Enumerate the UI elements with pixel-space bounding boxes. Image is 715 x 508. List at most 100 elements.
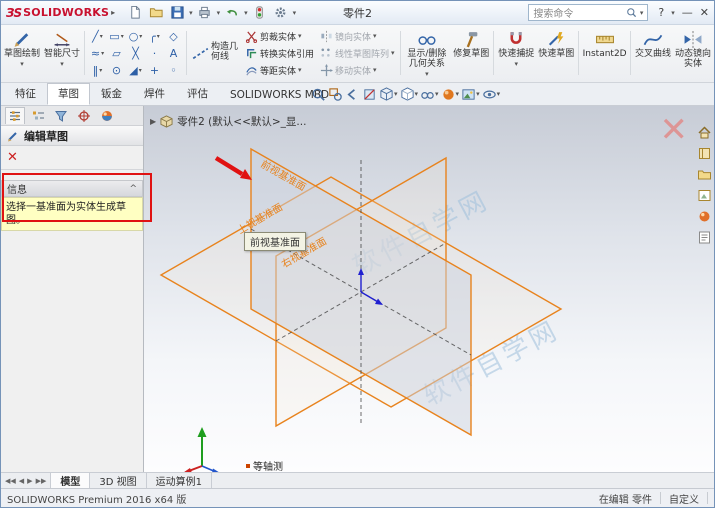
tab-motion-study-1[interactable]: 运动算例1: [147, 473, 212, 488]
chamfer-tool-icon[interactable]: ▾: [126, 62, 145, 79]
save-dropdown-icon[interactable]: ▾: [189, 9, 193, 17]
undo-dropdown-icon[interactable]: ▾: [244, 9, 248, 17]
apply-scene-icon[interactable]: ▾: [461, 87, 480, 102]
tab-features[interactable]: 特征: [4, 83, 47, 105]
tab-sketch[interactable]: 草图: [47, 83, 90, 105]
design-library-icon[interactable]: [696, 145, 713, 162]
configuration-manager-tab[interactable]: [51, 107, 71, 124]
close-button[interactable]: ✕: [700, 6, 709, 19]
task-pane-strip: [696, 124, 713, 246]
options-gear-icon[interactable]: [272, 4, 290, 22]
polygon-tool-icon[interactable]: [164, 28, 183, 45]
smart-dimension-button[interactable]: 智能尺寸▾: [43, 27, 81, 79]
hide-show-items-icon[interactable]: ▾: [420, 87, 439, 102]
display-manager-tab[interactable]: [97, 107, 117, 124]
task-pane-resources-icon[interactable]: [696, 124, 713, 141]
extra-entity-tool-icon[interactable]: [164, 62, 183, 79]
zoom-area-icon[interactable]: [328, 87, 343, 102]
view-orientation-icon[interactable]: ▾: [379, 87, 398, 102]
property-manager-tab[interactable]: [5, 107, 25, 124]
spline-tool-icon[interactable]: ▾: [88, 45, 107, 62]
section-view-icon[interactable]: [362, 87, 377, 102]
offset-entities-button[interactable]: 等距实体▾: [243, 62, 316, 78]
rebuild-icon[interactable]: [251, 4, 269, 22]
intersection-curve-button[interactable]: 交叉曲线: [634, 27, 672, 79]
feature-manager-tab[interactable]: [28, 107, 48, 124]
convert-entities-icon: [245, 47, 258, 60]
centerline-tool-icon[interactable]: [126, 45, 145, 62]
rectangle-tool-icon[interactable]: ▾: [107, 28, 126, 45]
confirmation-corner-close-icon[interactable]: ✕: [660, 110, 689, 150]
scroll-left-icon[interactable]: ◀: [18, 477, 25, 485]
scroll-last-icon[interactable]: ▶▶: [35, 477, 48, 485]
construction-geometry-button[interactable]: 构造几何线: [190, 27, 241, 79]
print-dropdown-icon[interactable]: ▾: [217, 9, 221, 17]
cancel-button[interactable]: ✕: [7, 150, 18, 165]
minimize-button[interactable]: —: [682, 6, 693, 19]
command-search-input[interactable]: 搜索命令 ▾: [528, 4, 648, 21]
collapse-chevron-icon[interactable]: ^: [129, 184, 137, 194]
intersection-curve-icon: [642, 30, 664, 49]
tab-weldments[interactable]: 焊件: [133, 83, 176, 105]
dimxpert-manager-tab[interactable]: [74, 107, 94, 124]
new-document-icon[interactable]: [126, 4, 144, 22]
scroll-first-icon[interactable]: ◀◀: [4, 477, 17, 485]
tab-3d-views[interactable]: 3D 视图: [90, 473, 146, 488]
view-palette-icon[interactable]: [696, 187, 713, 204]
undo-icon[interactable]: [223, 4, 241, 22]
sketch-button[interactable]: 草图绘制▾: [3, 27, 41, 79]
tab-sheet-metal[interactable]: 钣金: [90, 83, 133, 105]
fillet-tool-icon[interactable]: [145, 62, 164, 79]
tab-evaluate[interactable]: 评估: [176, 83, 219, 105]
circle-tool-icon[interactable]: ▾: [126, 28, 145, 45]
display-style-icon[interactable]: ▾: [400, 87, 419, 102]
move-entities-icon: [320, 64, 333, 77]
point-tool-icon[interactable]: [145, 45, 164, 62]
info-section-header[interactable]: 信息 ^: [1, 180, 143, 197]
text-tool-icon[interactable]: [164, 45, 183, 62]
instant2d-button[interactable]: Instant2D: [582, 27, 627, 79]
search-dropdown-icon[interactable]: ▾: [640, 9, 644, 17]
save-icon[interactable]: [168, 4, 186, 22]
rapid-sketch-button[interactable]: 快速草图: [537, 27, 575, 79]
custom-properties-icon[interactable]: [696, 229, 713, 246]
move-entities-button[interactable]: 移动实体▾: [318, 62, 397, 78]
graphics-area[interactable]: ▶ 零件2 (默认<<默认>_显... 软件自学网 软件自学网: [144, 106, 714, 472]
file-explorer-icon[interactable]: [696, 166, 713, 183]
linear-sketch-pattern-button[interactable]: 线性草图阵列▾: [318, 45, 397, 61]
dynamic-mirror-button[interactable]: 动态镜向实体: [674, 27, 712, 79]
quick-snaps-button[interactable]: 快速捕捉▾: [497, 27, 535, 79]
open-document-icon[interactable]: [147, 4, 165, 22]
arc-tool-icon[interactable]: ▾: [145, 28, 164, 45]
convert-entities-button[interactable]: 转换实体引用: [243, 45, 316, 61]
flyout-expand-arrow-icon[interactable]: ▶: [150, 117, 156, 126]
tab-model[interactable]: 模型: [51, 473, 90, 488]
sketch-pencil-icon: [11, 30, 33, 49]
slot-tool-icon[interactable]: ▾: [88, 62, 107, 79]
options-dropdown-icon[interactable]: ▾: [293, 9, 297, 17]
quick-snaps-icon: [505, 30, 527, 49]
parallelogram-tool-icon[interactable]: [107, 45, 126, 62]
repair-sketch-button[interactable]: 修复草图: [452, 27, 490, 79]
edit-appearance-icon[interactable]: ▾: [441, 87, 460, 102]
trim-entities-button[interactable]: 剪裁实体▾: [243, 28, 316, 44]
help-dropdown-icon[interactable]: ▾: [671, 9, 675, 17]
view-settings-icon[interactable]: ▾: [482, 87, 501, 102]
feature-tree-flyout[interactable]: ▶ 零件2 (默认<<默认>_显...: [150, 114, 306, 129]
model-viewport[interactable]: 软件自学网 软件自学网 前视基准面 上视: [144, 106, 714, 472]
appearances-scenes-icon[interactable]: [696, 208, 713, 225]
smart-dimension-icon: [51, 30, 73, 49]
help-button[interactable]: ?: [658, 6, 664, 19]
zoom-fit-icon[interactable]: [311, 87, 326, 102]
mirror-entities-button[interactable]: 镜向实体▾: [318, 28, 397, 44]
menu-expand-arrow-icon[interactable]: ▸: [111, 8, 115, 17]
ellipse-tool-icon[interactable]: [107, 62, 126, 79]
print-icon[interactable]: [196, 4, 214, 22]
display-delete-relations-button[interactable]: 显示/删除几何关系▾: [404, 27, 451, 79]
scroll-right-icon[interactable]: ▶: [26, 477, 33, 485]
line-tool-icon[interactable]: ▾: [88, 28, 107, 45]
construction-geometry-icon: [192, 45, 209, 62]
modify-entities-column: 剪裁实体▾ 转换实体引用 等距实体▾: [243, 27, 316, 79]
customize-status-item[interactable]: 自定义: [669, 491, 699, 506]
previous-view-icon[interactable]: [345, 87, 360, 102]
